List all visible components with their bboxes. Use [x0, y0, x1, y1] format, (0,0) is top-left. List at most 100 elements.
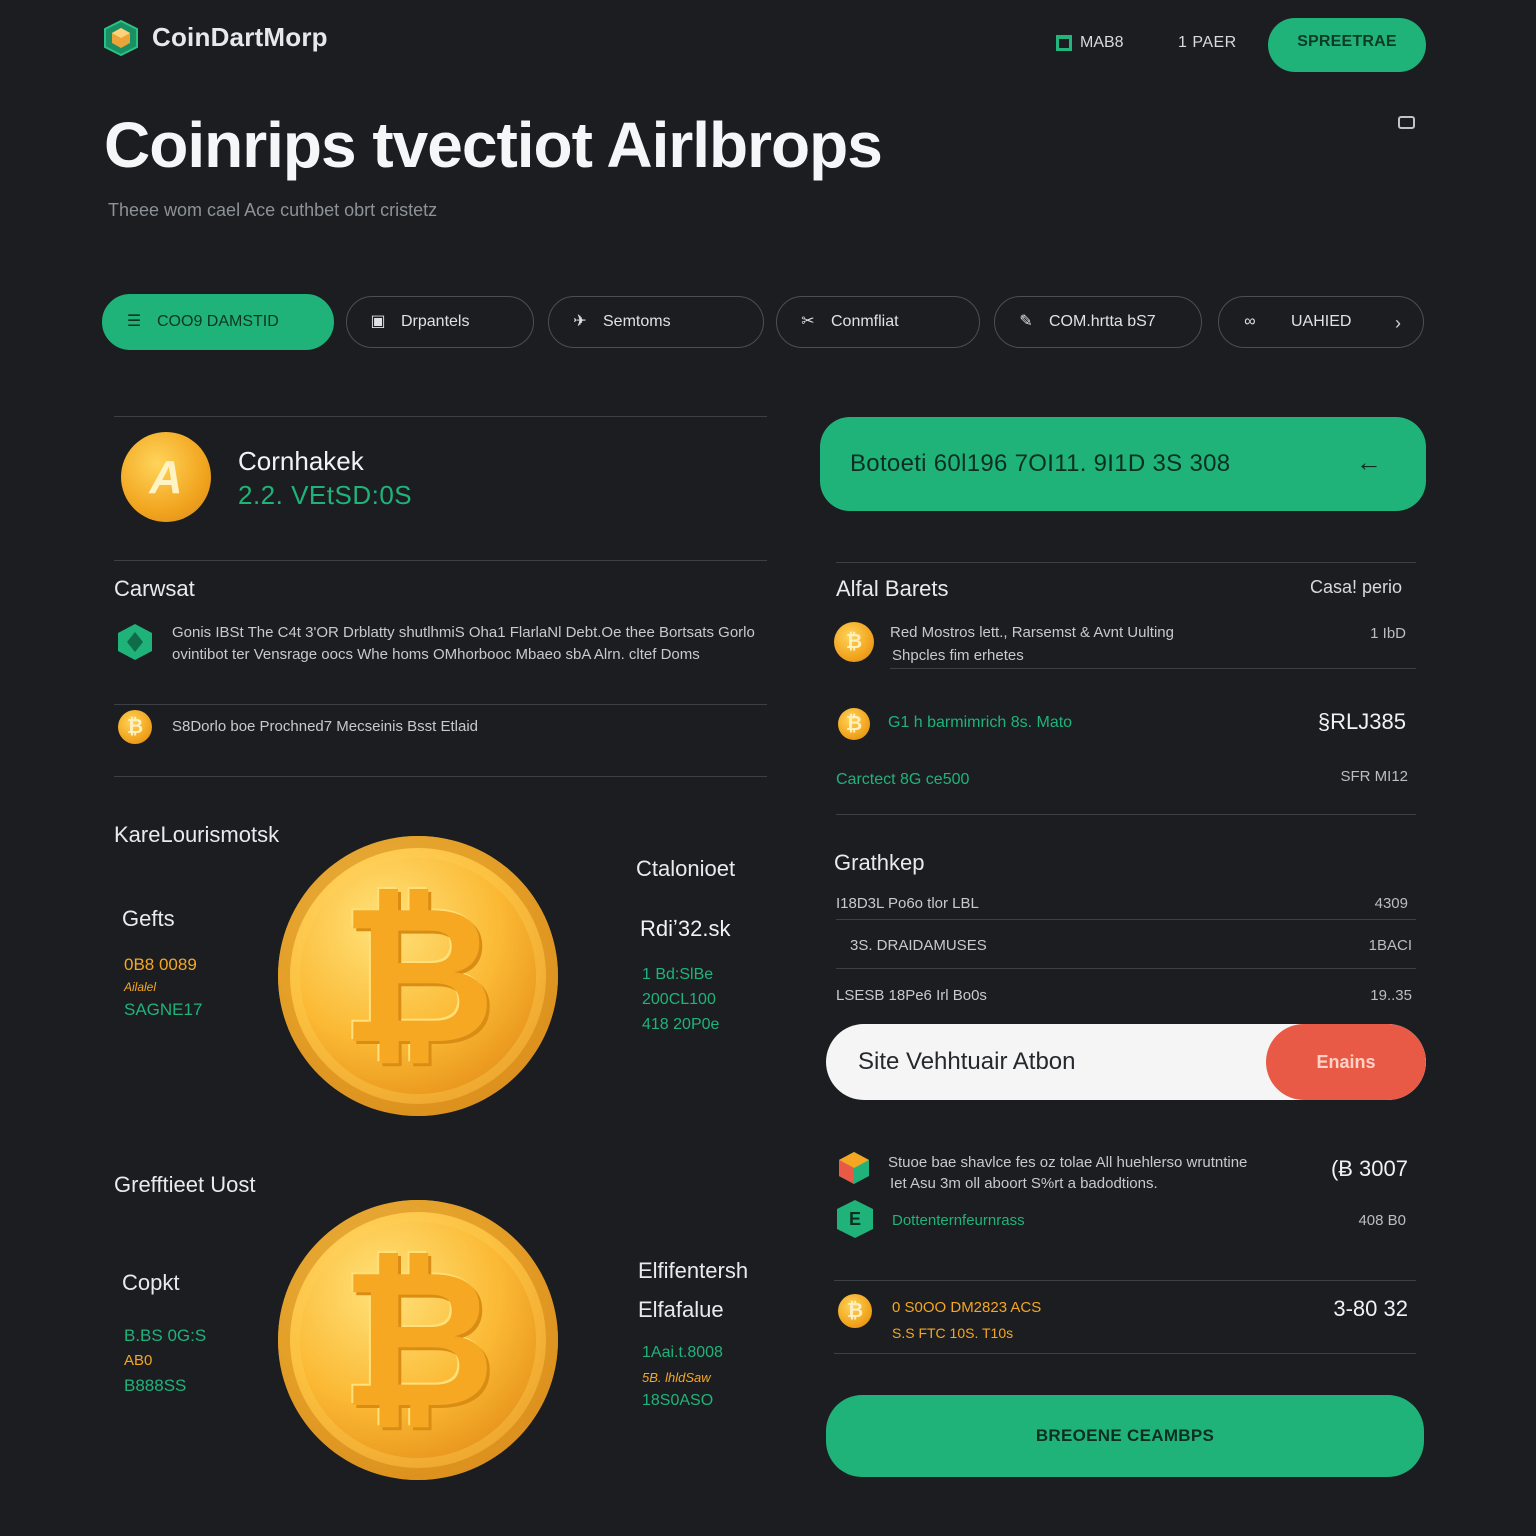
tab-label: UAHIED — [1291, 313, 1352, 330]
app-logo-text[interactable]: CoinDartMorp — [152, 22, 328, 53]
divider — [114, 704, 767, 705]
page-subtitle: Theee wom cael Ace cuthbet obrt cristetz — [108, 200, 438, 220]
list-item-text: Dottenternfeurnrass — [892, 1212, 1025, 1229]
divider — [114, 560, 767, 561]
list-item-text: Stuoe bae shavlce fes oz tolae All huehl… — [888, 1154, 1248, 1171]
row-text: Carctect 8G ce500 — [836, 771, 970, 788]
tab-uahied[interactable]: ∞ UAHIED › — [1218, 296, 1424, 348]
stat-value: 1 Bd:SlBe — [642, 966, 714, 983]
list-item-value: (Ƀ 3007 — [1330, 1156, 1408, 1181]
token-coin-icon: A — [121, 432, 211, 522]
divider — [836, 968, 1416, 969]
table-row-value: 1BACI — [1368, 937, 1412, 954]
coin-icon: ₿ — [834, 622, 874, 662]
table-row-value: 4309 — [1374, 895, 1408, 912]
stat-label: Elfafalue — [638, 1297, 724, 1322]
bitcoin-coin-image: ₿ — [278, 1200, 558, 1480]
stat-value: 1Aai.t.8008 — [642, 1344, 723, 1361]
stat-value: 418 20P0e — [642, 1016, 720, 1033]
stat-label: Gefts — [122, 906, 175, 931]
stat-label: Copkt — [122, 1270, 180, 1295]
divider — [836, 562, 1416, 563]
stat-value: 200CL100 — [642, 991, 716, 1008]
list-item-text: S.S FTC 10S. T10s — [892, 1325, 1014, 1341]
section-title: Alfal Barets — [836, 576, 949, 601]
ethereum-hex-icon: E — [837, 1200, 873, 1238]
stat-value: SAGNE17 — [124, 1000, 203, 1019]
action-label: Site Vehhtuair Atbon — [858, 1048, 1076, 1075]
link-icon: ∞ — [1244, 313, 1256, 330]
stat-value: B.BS 0G:S — [124, 1326, 207, 1345]
row-value: §RLJ385 — [1317, 709, 1406, 734]
bottom-cta-button[interactable]: BREOENE CEAMBPS — [826, 1395, 1424, 1477]
section-title: Grathkep — [834, 850, 925, 875]
row-text: Red Mostros lett., Rarsemst & Avnt Uulti… — [890, 624, 1174, 641]
list-item-text: S8Dorlo boe Prochned7 Mecseinis Bsst Etl… — [172, 718, 478, 735]
list-item-value: 408 B0 — [1358, 1212, 1406, 1229]
section-title: KareLourismotsk — [114, 822, 280, 847]
stat-value: 5B. lhldSaw — [642, 1370, 711, 1385]
cube-icon — [839, 1152, 869, 1184]
divider — [834, 1280, 1416, 1281]
tab-semtoms[interactable]: ✈ Semtoms — [548, 296, 764, 348]
section-meta: Casa! perio — [1310, 577, 1403, 597]
wallet-icon: ▣ — [370, 313, 386, 330]
chevron-right-icon: › — [1395, 313, 1401, 333]
divider — [836, 814, 1416, 815]
list-icon: ☰ — [126, 313, 142, 330]
bookmark-icon — [1056, 35, 1072, 51]
header-cta-button[interactable]: SPREETRAE — [1268, 18, 1426, 72]
stat-value: Ailalel — [124, 980, 157, 994]
nav-link-par[interactable]: 1 PAER — [1178, 34, 1237, 52]
section-title: Grefftieet Uost — [114, 1172, 256, 1197]
arrow-left-icon[interactable]: ← — [1356, 447, 1382, 478]
tab-label: Semtoms — [603, 313, 671, 330]
tab-label: COM.hrtta bS7 — [1049, 313, 1156, 330]
stat-label: Elfifentersh — [638, 1258, 749, 1283]
tab-com-hrtta[interactable]: ✎ COM.hrtta bS7 — [994, 296, 1202, 348]
bitcoin-coin-image: ₿ — [278, 836, 558, 1116]
tab-label: Conmfliat — [831, 313, 899, 330]
stat-value: AB0 — [124, 1352, 153, 1369]
divider — [834, 1353, 1416, 1354]
stat-value: 18S0ASO — [642, 1392, 714, 1409]
divider — [114, 776, 767, 777]
stat-value: Rdiʼ32.sk — [640, 916, 731, 941]
divider — [114, 416, 767, 417]
hexagon-token-icon — [118, 624, 152, 660]
action-button[interactable]: Enains — [1266, 1024, 1426, 1100]
nav-link-mab[interactable]: MAB8 — [1056, 34, 1124, 52]
divider — [836, 919, 1416, 920]
row-text: G1 h barmimrich 8s. Mato — [888, 714, 1073, 731]
svg-text:E: E — [849, 1209, 861, 1229]
list-item-text: 0 S0OO DM2823 ACS — [892, 1299, 1042, 1316]
plane-icon: ✈ — [573, 313, 587, 330]
divider — [890, 668, 1416, 669]
tab-label: Drpantels — [401, 313, 470, 330]
nav-mab-label: MAB8 — [1080, 34, 1124, 51]
description-text: Gonis IBSt The C4t 3'OR Drblatty shutlhm… — [172, 624, 755, 663]
logo-cube-icon — [104, 20, 138, 56]
tab-label: COO9 DAMSTID — [157, 313, 279, 330]
stat-value: 0B8 0089 — [124, 955, 197, 974]
token-value: 2.2. VEtSD:0S — [238, 480, 413, 510]
coin-icon: ₿ — [118, 710, 152, 744]
message-icon[interactable] — [1398, 116, 1415, 129]
tab-drpantels[interactable]: ▣ Drpantels — [346, 296, 534, 348]
row-value: SFR MI12 — [1340, 768, 1408, 785]
wallet-address-field[interactable]: Botoeti 60l196 7OI11. 9I1D 3S 308 ← — [820, 417, 1426, 511]
page-title: Coinrips tvectiot Airlbrops — [104, 109, 883, 181]
row-value: 1 IbD — [1370, 625, 1406, 642]
table-row-label: LSESB 18Pe6 Irl Bo0s — [836, 987, 987, 1004]
section-title: Carwsat — [114, 576, 195, 601]
stat-label: Ctalonioet — [636, 856, 736, 881]
wallet-address-text: Botoeti 60l196 7OI11. 9I1D 3S 308 — [850, 450, 1231, 477]
tab-coo9-damstid[interactable]: ☰ COO9 DAMSTID — [102, 294, 334, 350]
tab-conmfliat[interactable]: ✂ Conmfliat — [776, 296, 980, 348]
token-name: Cornhakek — [238, 446, 364, 476]
stat-value: B888SS — [124, 1376, 187, 1395]
coin-icon: ₿ — [838, 1294, 872, 1328]
scissors-icon: ✂ — [801, 313, 815, 330]
action-pill[interactable]: Site Vehhtuair Atbon Enains — [826, 1024, 1426, 1100]
list-item-text: Iet Asu 3m oll aboort S%rt a badodtions. — [890, 1175, 1158, 1192]
